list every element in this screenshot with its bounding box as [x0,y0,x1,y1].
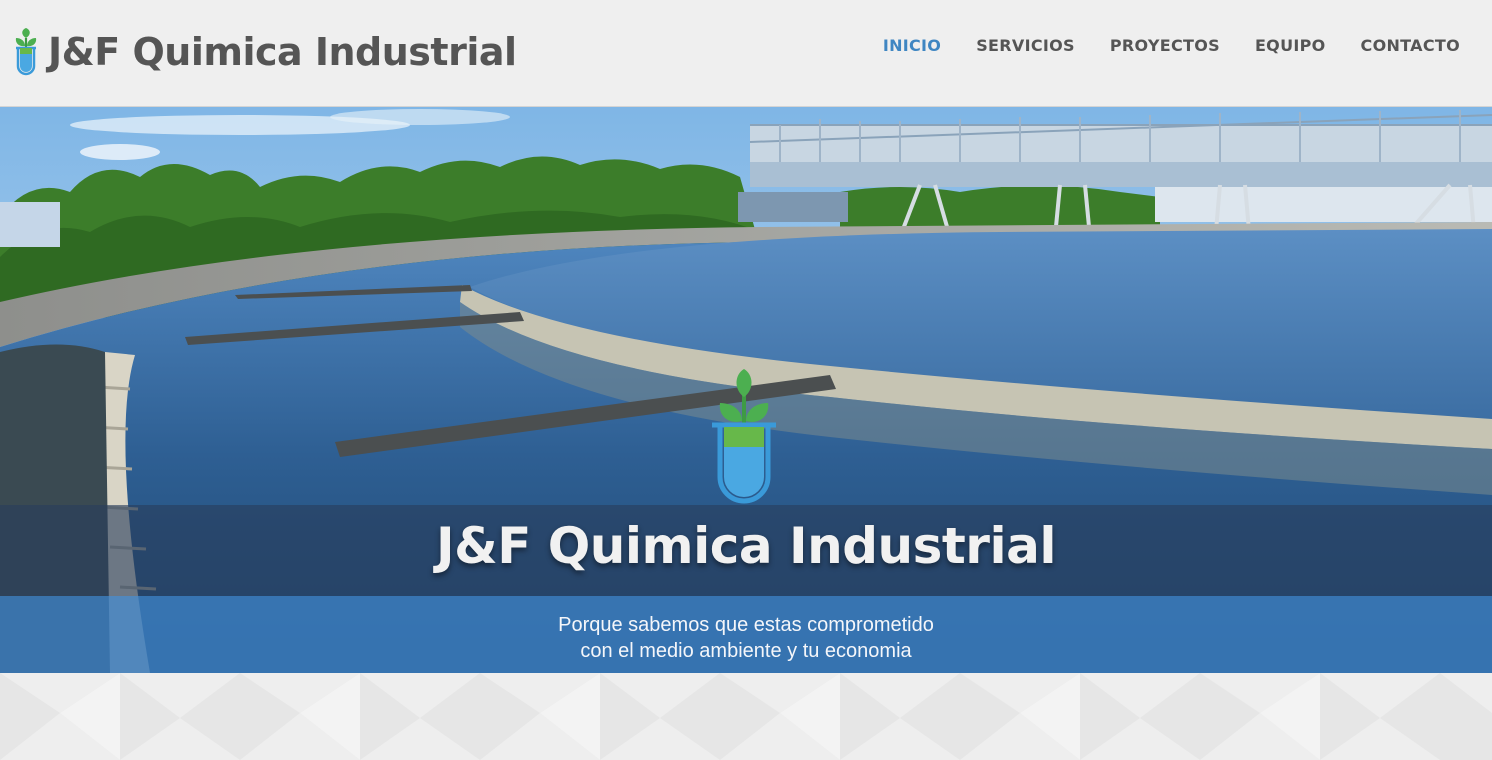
site-header: J&F Quimica Industrial INICIO SERVICIOS … [0,0,1492,107]
nav-item-equipo[interactable]: EQUIPO [1255,36,1326,55]
nav-item-servicios[interactable]: SERVICIOS [976,36,1075,55]
plant-test-tube-icon [15,28,37,76]
hero-title-band: J&F Quimica Industrial [0,505,1492,596]
hero-tagline-band: Porque sabemos que estas comprometido co… [0,596,1492,673]
nav-item-proyectos[interactable]: PROYECTOS [1110,36,1220,55]
main-nav: INICIO SERVICIOS PROYECTOS EQUIPO CONTAC… [883,36,1460,55]
brand-link[interactable]: J&F Quimica Industrial [10,24,517,80]
hero-tagline: Porque sabemos que estas comprometido co… [0,612,1492,664]
hero-tagline-line1: Porque sabemos que estas comprometido [558,614,934,636]
nav-item-inicio[interactable]: INICIO [883,36,941,55]
background-pattern [0,673,1492,760]
plant-test-tube-hero-icon [712,369,776,504]
hero-title: J&F Quimica Industrial [436,517,1056,575]
brand-name: J&F Quimica Industrial [48,30,517,74]
hero-section: J&F Quimica Industrial Porque sabemos qu… [0,107,1492,673]
nav-item-contacto[interactable]: CONTACTO [1361,36,1460,55]
hero-tagline-line2: con el medio ambiente y tu economia [580,640,912,662]
